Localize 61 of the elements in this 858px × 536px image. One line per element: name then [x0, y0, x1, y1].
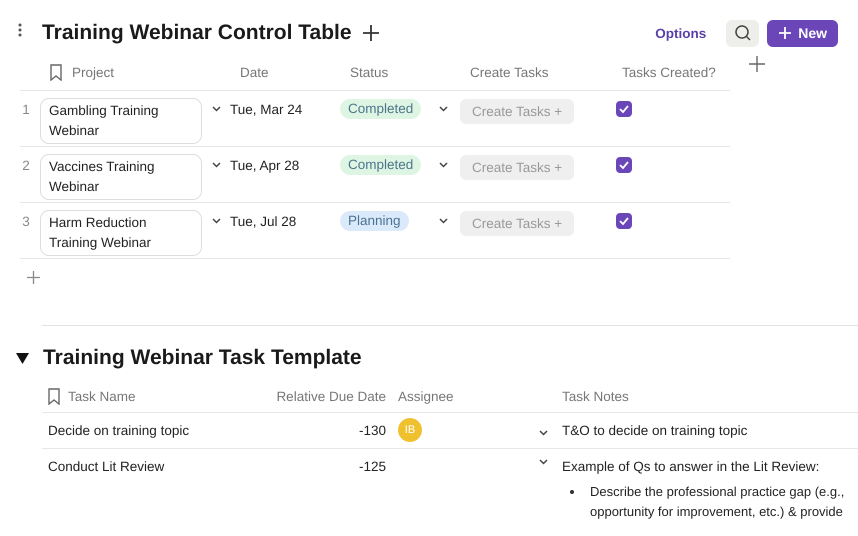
column-header: Task Name — [68, 388, 136, 404]
column-header: Task Notes — [562, 388, 629, 404]
bookmark-icon — [48, 388, 60, 404]
checkbox[interactable] — [616, 213, 632, 229]
checkbox[interactable] — [616, 157, 632, 173]
options-button[interactable]: Options — [649, 24, 712, 42]
plus-icon — [778, 26, 792, 40]
table-cell: Decide on training topic — [48, 423, 190, 438]
chevron-down-icon[interactable] — [212, 218, 221, 224]
chevron-down-icon[interactable] — [439, 218, 448, 224]
create-tasks-button[interactable]: Create Tasks + — [460, 154, 574, 180]
table-title: Training Webinar Control Table — [42, 21, 352, 45]
add-column-icon[interactable] — [749, 56, 765, 72]
project-field[interactable]: Vaccines Training Webinar — [40, 154, 202, 200]
column-header: Relative Due Date — [276, 388, 386, 404]
column-header: Tasks Created? — [622, 64, 716, 80]
note-text: T&O to decide on training topic — [562, 423, 748, 438]
project-field[interactable]: Gambling Training Webinar — [40, 98, 202, 144]
add-icon[interactable] — [362, 24, 380, 42]
status-badge[interactable]: Completed — [340, 99, 422, 119]
bullet-icon — [570, 490, 574, 494]
section-title: Training Webinar Task Template — [43, 346, 362, 370]
note-line: opportunity for improvement, etc.) & provide — [590, 503, 844, 521]
add-row-icon[interactable] — [27, 271, 40, 284]
column-header: Project — [72, 64, 114, 80]
table-cell: Tue, Jul 28 — [230, 214, 296, 228]
status-badge[interactable]: Completed — [340, 155, 422, 175]
checkmark-icon — [618, 216, 630, 226]
column-header: Status — [350, 64, 388, 80]
chevron-down-icon[interactable] — [539, 459, 548, 465]
search-icon — [734, 24, 752, 42]
column-header: Date — [240, 64, 269, 80]
row-number: 2 — [22, 158, 30, 172]
row-number: 3 — [22, 214, 30, 228]
row-number: 1 — [22, 102, 30, 116]
new-button[interactable]: New — [767, 20, 838, 46]
note-line: Describe the professional practice gap (e.g., — [590, 483, 844, 501]
column-header: Create Tasks — [470, 64, 549, 80]
checkmark-icon — [618, 104, 630, 114]
note-text: Example of Qs to answer in the Lit Review: — [562, 459, 820, 474]
table-cell: Tue, Mar 24 — [230, 102, 302, 116]
bookmark-icon — [50, 64, 62, 80]
chevron-down-icon[interactable] — [212, 162, 221, 168]
chevron-down-icon[interactable] — [439, 162, 448, 168]
table-cell: -130 — [358, 423, 386, 438]
create-tasks-button[interactable]: Create Tasks + — [460, 98, 574, 124]
more-icon[interactable] — [18, 23, 22, 37]
chevron-down-icon[interactable] — [539, 430, 548, 436]
collapse-triangle-icon[interactable] — [16, 352, 29, 364]
checkbox[interactable] — [616, 101, 632, 117]
table-cell: Tue, Apr 28 — [230, 158, 300, 172]
chevron-down-icon[interactable] — [439, 106, 448, 112]
project-field[interactable]: Harm Reduction Training Webinar — [40, 210, 202, 256]
table-cell: -125 — [358, 459, 386, 474]
column-header: Assignee — [398, 388, 454, 404]
chevron-down-icon[interactable] — [212, 106, 221, 112]
search-button[interactable] — [726, 20, 760, 46]
table-cell: Conduct Lit Review — [48, 459, 164, 474]
status-badge[interactable]: Planning — [340, 211, 409, 231]
checkmark-icon — [618, 160, 630, 170]
create-tasks-button[interactable]: Create Tasks + — [460, 210, 574, 236]
